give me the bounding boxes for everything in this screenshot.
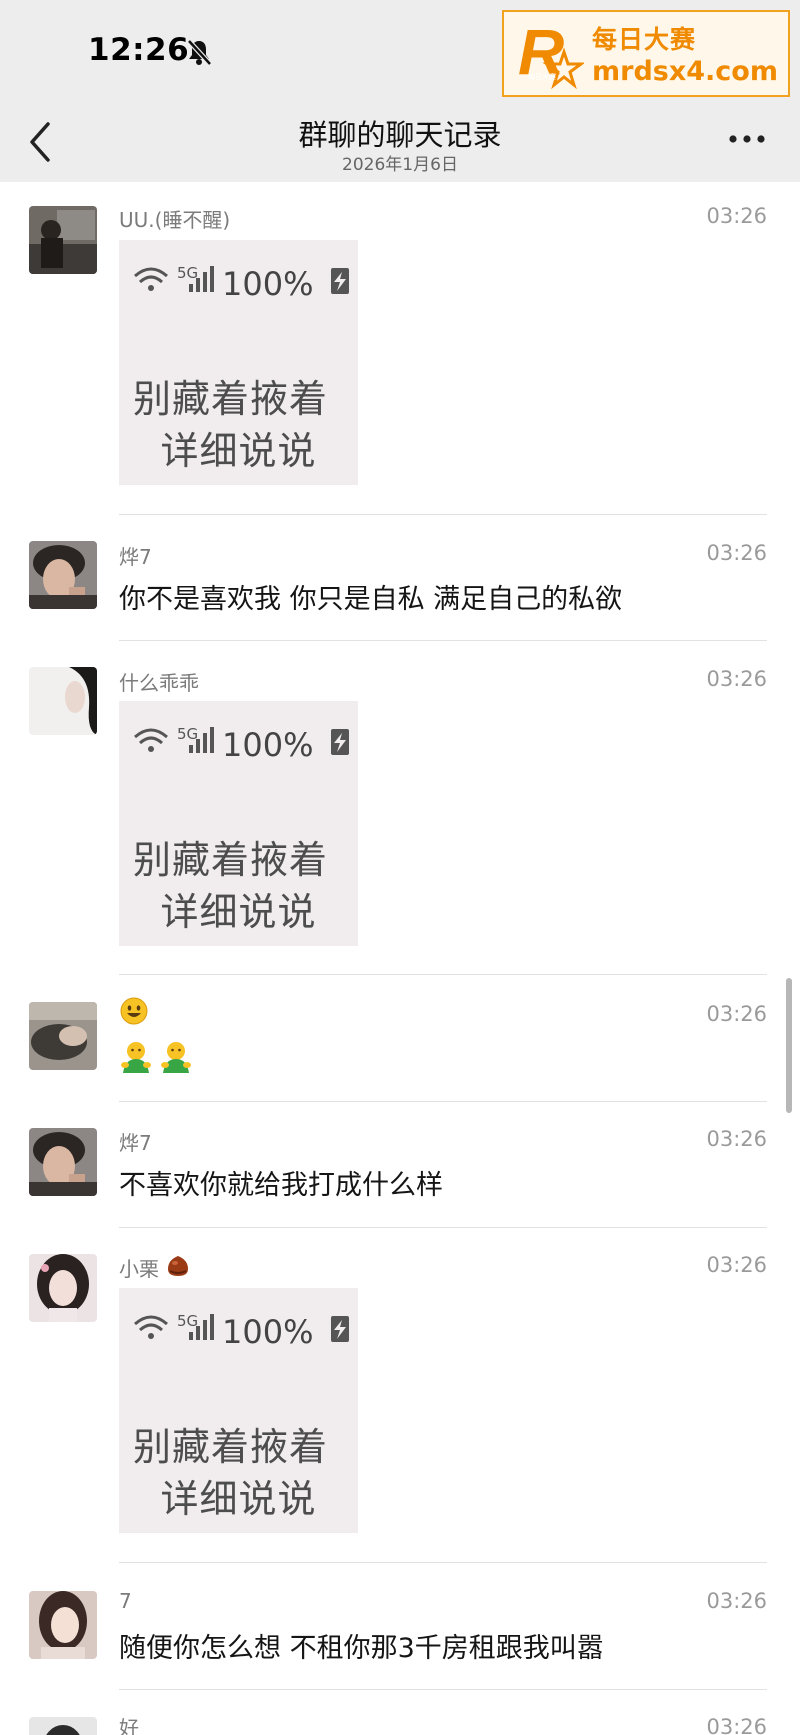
message-item[interactable]: UU.(睡不醒) 03:26 5G 100% 别藏着掖着 详细说说	[0, 182, 800, 517]
message-item[interactable]: 小栗 03:26 5G 100% 别藏着掖着 详细说说	[0, 1229, 800, 1564]
watermark-banner: R 每日大赛 每日大赛 mrdsx4.com	[502, 10, 790, 97]
image-message[interactable]: 5G 100% 别藏着掖着 详细说说	[119, 240, 358, 485]
sender-name: 什么乖乖	[119, 671, 199, 695]
green-figure-emoji-icon	[121, 1042, 191, 1073]
smiley-emoji-icon	[120, 997, 148, 1025]
message-item[interactable]: 03:26	[0, 977, 800, 1103]
avatar[interactable]	[29, 1254, 97, 1322]
avatar[interactable]	[29, 1128, 97, 1196]
image-caption-line2: 详细说说	[160, 890, 317, 934]
status-time: 12:26	[88, 32, 190, 68]
message-text: 不喜欢你就给我打成什么样	[119, 1170, 443, 1201]
sender-name: 烨7	[119, 545, 152, 569]
page-subtitle-date: 2026年1月6日	[342, 155, 458, 175]
message-item[interactable]: 7 03:26 随便你怎么想 不租你那3千房租跟我叫嚣	[0, 1564, 800, 1690]
message-time: 03:26	[706, 1002, 767, 1026]
message-time: 03:26	[706, 1715, 767, 1735]
avatar[interactable]	[29, 1591, 97, 1659]
message-time: 03:26	[706, 1127, 767, 1151]
sender-name: 7	[119, 1589, 132, 1613]
message-time: 03:26	[706, 1253, 767, 1277]
avatar[interactable]	[29, 1717, 97, 1735]
svg-text:5G: 5G	[177, 264, 198, 282]
message-item[interactable]: 什么乖乖 03:26 5G 100% 别藏着掖着 详细说说	[0, 643, 800, 977]
message-text: 你不是喜欢我 你只是自私 满足自己的私欲	[119, 584, 623, 615]
image-caption-line1: 别藏着掖着	[132, 377, 328, 421]
message-item[interactable]: 好 03:26	[0, 1690, 800, 1735]
divider	[119, 514, 767, 515]
avatar[interactable]	[29, 1002, 97, 1070]
more-options-icon[interactable]	[724, 124, 770, 154]
page-title: 群聊的聊天记录	[298, 118, 502, 152]
divider	[119, 640, 767, 641]
back-chevron-icon[interactable]	[22, 118, 62, 166]
image-message[interactable]: 5G 100% 别藏着掖着 详细说说	[119, 701, 358, 946]
message-time: 03:26	[706, 1589, 767, 1613]
message-item[interactable]: 烨7 03:26 不喜欢你就给我打成什么样	[0, 1103, 800, 1229]
message-item[interactable]: 烨7 03:26 你不是喜欢我 你只是自私 满足自己的私欲	[0, 517, 800, 643]
avatar[interactable]	[29, 206, 97, 274]
image-caption-line1: 别藏着掖着	[132, 838, 328, 882]
divider	[119, 974, 767, 975]
battery-percent: 100%	[222, 1313, 314, 1351]
svg-text:5G: 5G	[177, 1312, 198, 1330]
scrollbar[interactable]	[786, 978, 792, 1113]
battery-percent: 100%	[222, 726, 314, 764]
bell-muted-icon	[187, 39, 212, 66]
image-message[interactable]: 5G 100% 别藏着掖着 详细说说	[119, 1288, 358, 1533]
message-text: 随便你怎么想 不租你那3千房租跟我叫嚣	[119, 1633, 604, 1664]
watermark-title: 每日大赛	[592, 25, 697, 54]
watermark-url: mrdsx4.com	[592, 56, 778, 87]
avatar[interactable]	[29, 541, 97, 609]
battery-percent: 100%	[222, 265, 314, 303]
chestnut-emoji-icon	[168, 1256, 188, 1276]
message-time: 03:26	[706, 667, 767, 691]
sender-name: 小栗	[119, 1257, 159, 1281]
message-time: 03:26	[706, 204, 767, 228]
svg-text:每日大赛: 每日大赛	[528, 72, 556, 81]
top-bar: 12:26 R 每日大赛 每日大赛 mrdsx4.com 群聊的聊天记录 202…	[0, 0, 800, 182]
divider	[119, 1227, 767, 1228]
svg-text:5G: 5G	[177, 725, 198, 743]
avatar[interactable]	[29, 667, 97, 735]
divider	[119, 1562, 767, 1563]
sender-name: 好	[119, 1716, 139, 1735]
sender-name: 烨7	[119, 1131, 152, 1155]
divider	[119, 1101, 767, 1102]
image-caption-line1: 别藏着掖着	[132, 1425, 328, 1469]
watermark-logo: R 每日大赛	[518, 18, 584, 90]
image-caption-line2: 详细说说	[160, 1477, 317, 1521]
image-caption-line2: 详细说说	[160, 429, 317, 473]
sender-name: UU.(睡不醒)	[119, 208, 231, 232]
message-time: 03:26	[706, 541, 767, 565]
